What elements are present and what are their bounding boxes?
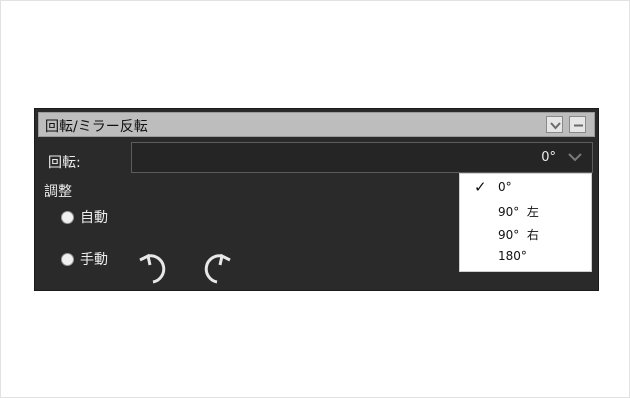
rotate-ccw-icon	[139, 253, 166, 284]
rotation-option-label: 90° 右	[498, 228, 539, 242]
radio-auto-label: 自動	[80, 210, 108, 226]
panel-titlebar: 回転/ミラー反転	[38, 112, 595, 137]
rotate-left-button[interactable]	[135, 246, 175, 286]
rotation-option-label: 180°	[498, 249, 527, 263]
minimize-button[interactable]	[569, 116, 586, 133]
radio-manual-label: 手動	[80, 252, 108, 268]
rotation-select[interactable]: 0°	[131, 142, 593, 173]
rotation-option-0[interactable]: ✓ 0°	[460, 177, 591, 199]
adjust-label: 調整	[44, 184, 72, 200]
radio-auto[interactable]: 自動	[61, 207, 108, 227]
page: 回転/ミラー反転 回転: 0° 調整 自動 手動 ✓ 0° 90° 左 90° …	[0, 0, 630, 398]
chevron-down-icon	[550, 122, 561, 130]
minimize-icon	[574, 124, 583, 127]
chevron-down-icon	[568, 153, 582, 162]
panel-title: 回転/ミラー反転	[45, 119, 148, 135]
rotate-mirror-panel: 回転/ミラー反転 回転: 0° 調整 自動 手動 ✓ 0° 90° 左 90° …	[34, 108, 599, 291]
rotation-selected-value: 0°	[541, 150, 556, 165]
panel-menu-button[interactable]	[546, 116, 563, 133]
rotation-option-label: 0°	[498, 180, 512, 194]
rotation-dropdown-list: ✓ 0° 90° 左 90° 右 180°	[459, 173, 592, 272]
rotation-option-90-left[interactable]: 90° 左	[460, 200, 591, 222]
check-icon: ✓	[474, 178, 487, 196]
rotation-option-180[interactable]: 180°	[460, 246, 591, 268]
rotate-right-button[interactable]	[195, 246, 235, 286]
radio-manual-circle[interactable]	[61, 252, 74, 266]
rotate-cw-icon	[204, 253, 231, 284]
rotation-option-label: 90° 左	[498, 205, 539, 219]
radio-manual[interactable]: 手動	[61, 249, 108, 269]
radio-auto-circle[interactable]	[61, 210, 74, 224]
rotation-label: 回転:	[48, 155, 81, 171]
rotation-option-90-right[interactable]: 90° 右	[460, 223, 591, 245]
